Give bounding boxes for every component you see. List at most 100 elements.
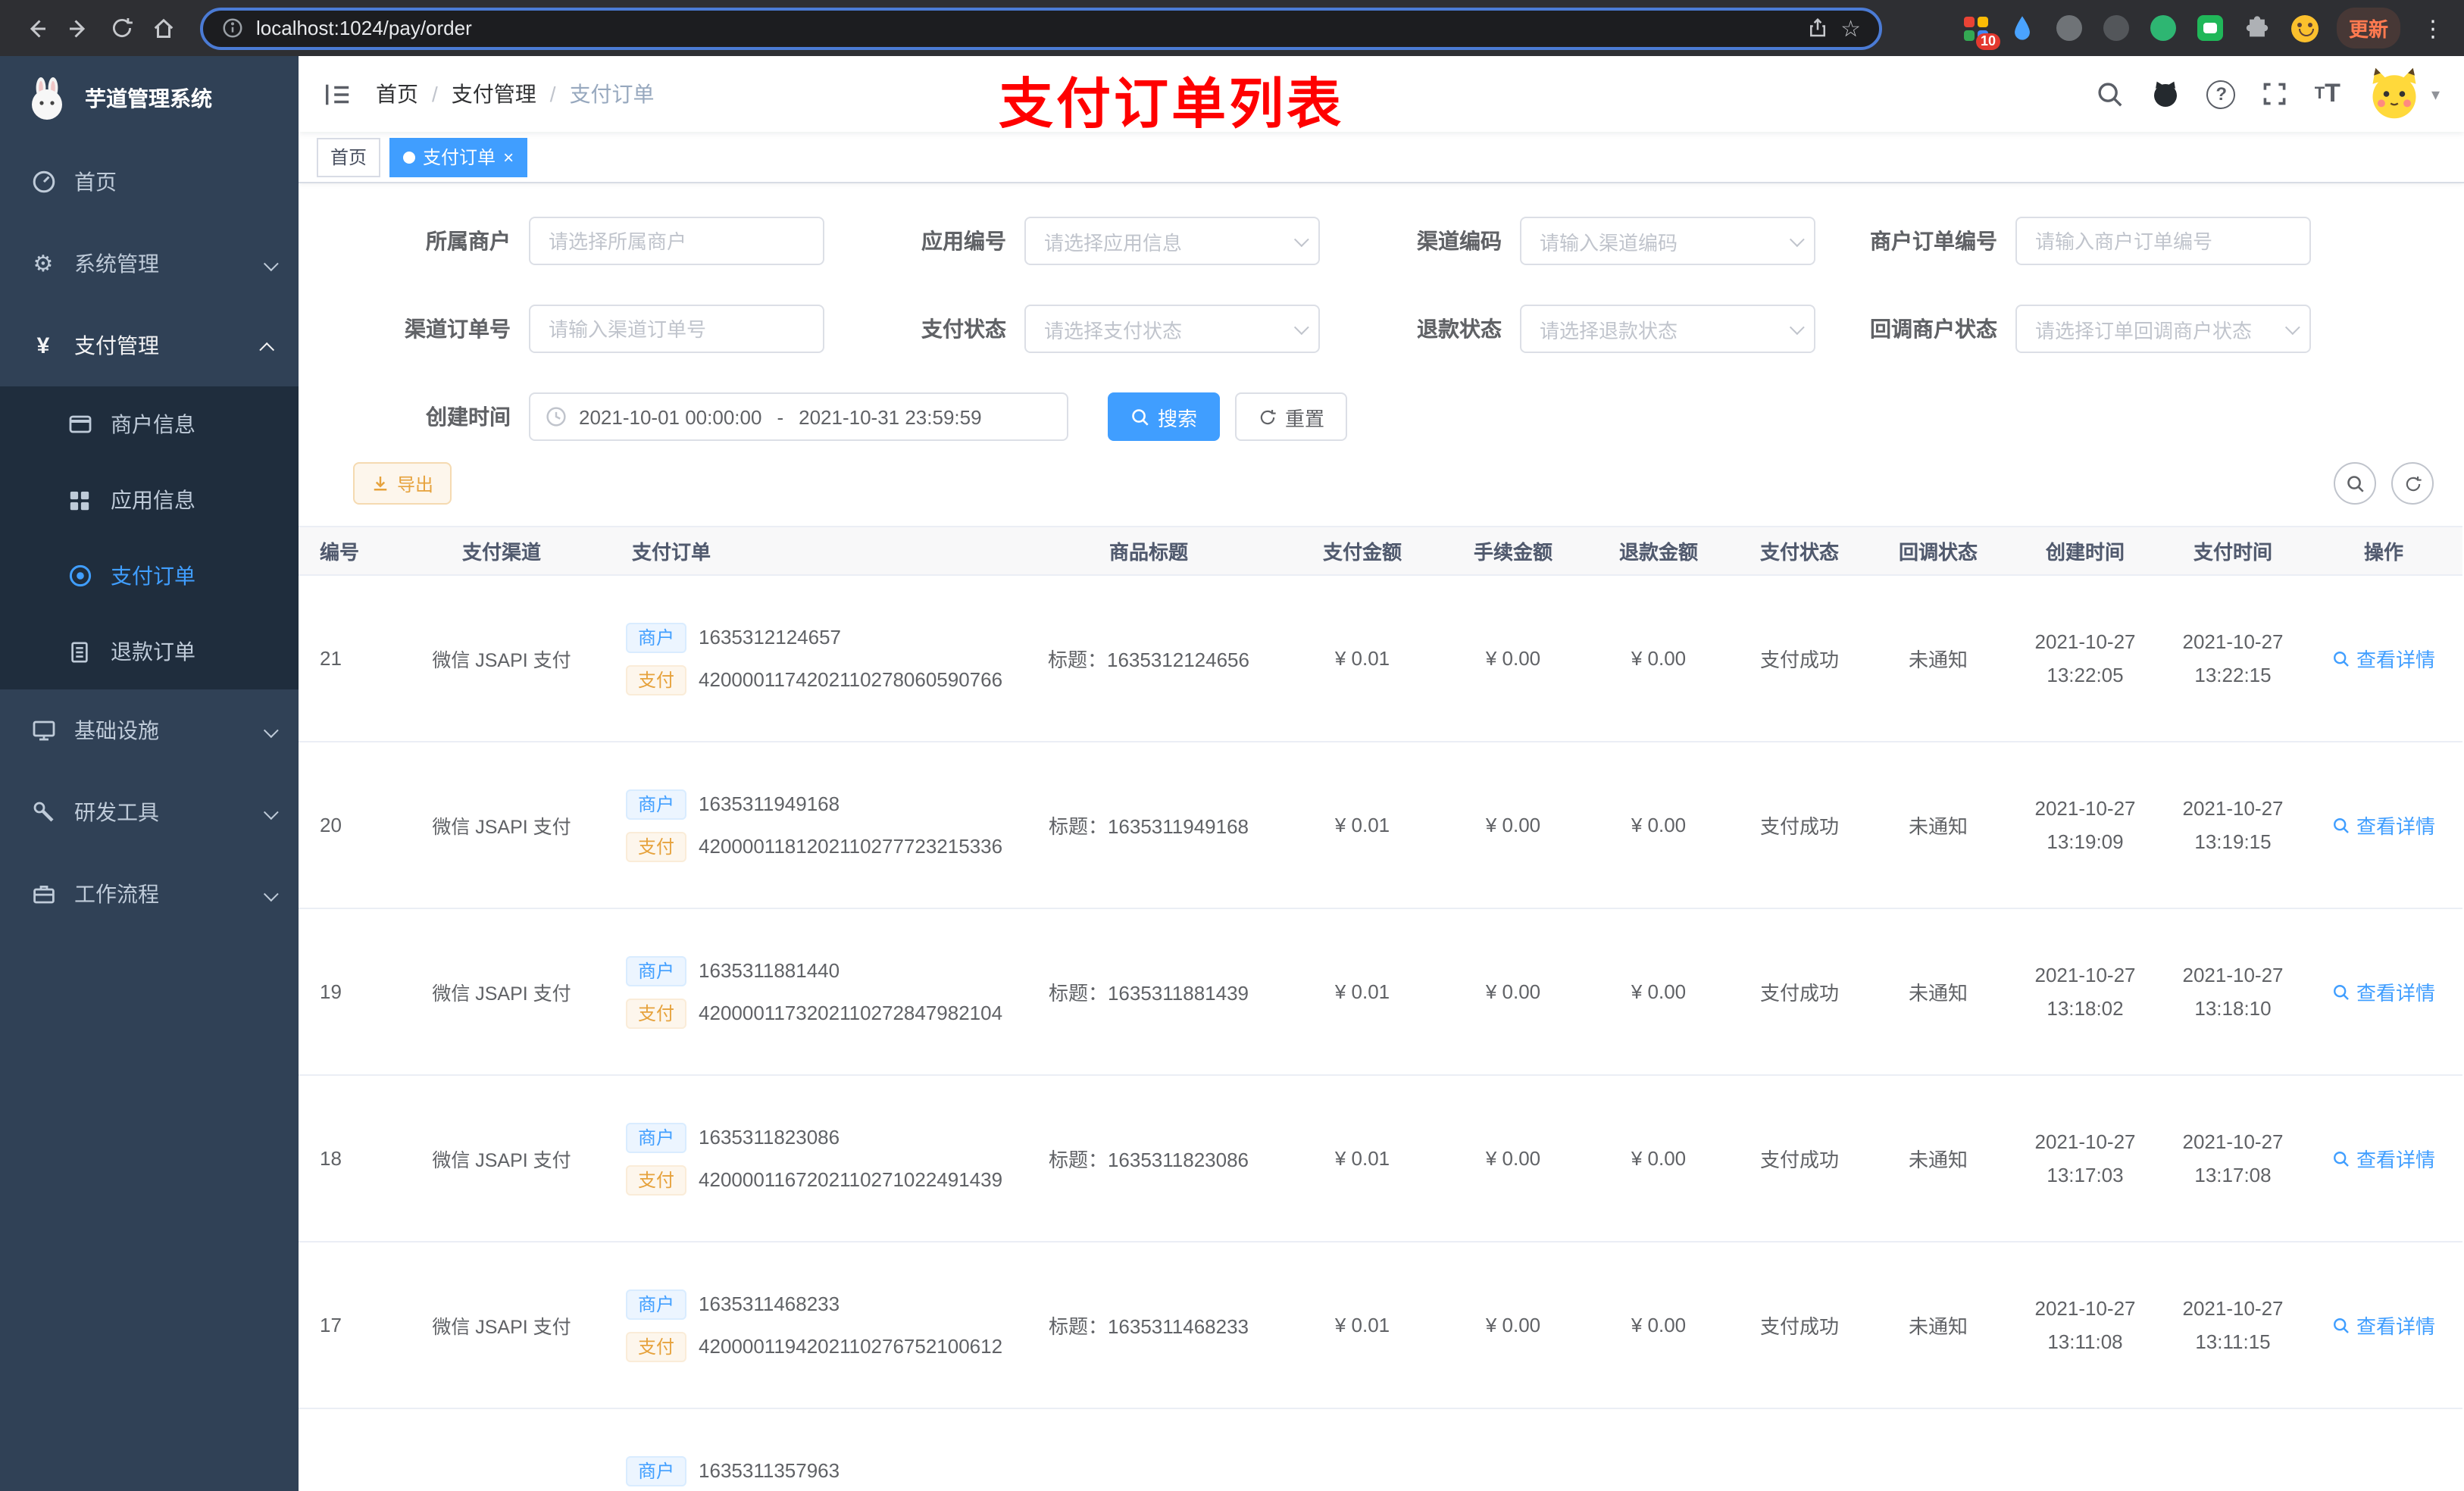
table-header-row: 编号 支付渠道 支付订单 商品标题 支付金额 手续金额 退款金额 支付状态 回调… <box>299 526 2462 576</box>
profile-avatar[interactable] <box>2290 13 2320 43</box>
pay-status-filter-select[interactable]: 请选择支付状态 <box>1024 305 1320 353</box>
bookmark-star-icon[interactable]: ☆ <box>1840 14 1861 42</box>
browser-home-button[interactable] <box>142 7 185 49</box>
view-detail-link[interactable]: 查看详情 <box>2332 811 2435 839</box>
channel-code-filter-label: 渠道编码 <box>1417 229 1502 253</box>
extension-dot-icon-2[interactable] <box>2102 13 2132 43</box>
sidebar-item-app-info[interactable]: 应用信息 <box>0 462 299 538</box>
tab-pay-order[interactable]: 支付订单 × <box>389 137 528 177</box>
browser-forward-button[interactable] <box>58 7 100 49</box>
merchant-order-filter-input[interactable] <box>2015 217 2311 265</box>
pay-order-cell: 商户 1635311949168 支付 4200001181202110277723… <box>586 742 1014 909</box>
table-row: 17 微信 JSAPI 支付 商户 1635311468233 支付 4200001… <box>299 1242 2462 1409</box>
site-info-icon[interactable] <box>221 17 244 39</box>
sidebar-item-pay-order[interactable]: 支付订单 <box>0 538 299 614</box>
magnifier-icon <box>2334 984 2349 999</box>
fullscreen-icon[interactable] <box>2262 80 2289 108</box>
help-icon[interactable]: ? <box>2206 80 2236 108</box>
app-title: 芋道管理系统 <box>85 86 212 111</box>
toggle-search-button[interactable] <box>2334 462 2376 505</box>
refund-status-filter-select[interactable]: 请选择退款状态 <box>1520 305 1815 353</box>
pay-amount-cell: ¥ 0.01 <box>1284 742 1441 909</box>
refund-amount-cell: ¥ 0.00 <box>1585 742 1732 909</box>
sidebar-item-home[interactable]: 首页 <box>0 141 299 223</box>
app-filter-select[interactable]: 请选择应用信息 <box>1024 217 1320 265</box>
url-text[interactable]: localhost:1024/pay/order <box>256 17 1793 39</box>
breadcrumb: 首页 / 支付管理 / 支付订单 <box>376 79 655 109</box>
fee-amount-cell: ¥ 0.00 <box>1441 575 1585 742</box>
refund-status-filter-label: 退款状态 <box>1417 317 1502 341</box>
sidebar-item-workflow[interactable]: 工作流程 <box>0 853 299 935</box>
sidebar-item-pay[interactable]: ¥ 支付管理 <box>0 305 299 386</box>
grid-icon <box>67 489 92 511</box>
sidebar: 芋道管理系统 首页 ⚙ 系统管理 ¥ 支付管理 商户信息 应用信息 支付订单 退… <box>0 56 299 1491</box>
action-cell: 查看详情 <box>2305 742 2462 909</box>
app-logo[interactable]: 芋道管理系统 <box>0 56 299 141</box>
pikachu-avatar-icon <box>2373 67 2417 119</box>
search-button[interactable]: 搜索 <box>1108 392 1221 441</box>
share-icon[interactable] <box>1806 17 1828 39</box>
search-icon[interactable] <box>2097 80 2125 108</box>
sidebar-item-label: 支付订单 <box>111 564 195 588</box>
pay-tag: 支付 <box>626 831 687 861</box>
user-avatar[interactable]: ▾ <box>2366 65 2440 123</box>
sidebar-item-system[interactable]: ⚙ 系统管理 <box>0 223 299 305</box>
tab-home[interactable]: 首页 <box>317 137 381 177</box>
channel-order-filter-input[interactable] <box>529 305 824 353</box>
refund-amount-cell: ¥ 0.00 <box>1585 575 1732 742</box>
goods-title-cell: 标题：1635312124656 <box>1014 575 1284 742</box>
pay-time-cell: 2021-10-27 13:17:08 <box>2161 1075 2305 1242</box>
pay-tag: 支付 <box>626 1331 687 1361</box>
col-header-title: 商品标题 <box>1014 526 1284 576</box>
view-detail-link[interactable]: 查看详情 <box>2332 644 2435 673</box>
extension-dot-icon-1[interactable] <box>2055 13 2085 43</box>
merchant-order-no: 1635312124657 <box>699 626 842 649</box>
browser-menu-icon[interactable]: ⋮ <box>2417 14 2449 42</box>
chevron-down-icon <box>1789 231 1805 247</box>
export-button[interactable]: 导出 <box>353 462 452 505</box>
notify-status-filter-select[interactable]: 请选择订单回调商户状态 <box>2015 305 2311 353</box>
create-time-filter-label: 创建时间 <box>426 405 511 429</box>
chevron-down-icon <box>263 800 279 824</box>
pay-time-cell: 2021-10-27 13:18:10 <box>2161 908 2305 1076</box>
font-size-small: T <box>2314 85 2325 103</box>
magnifier-icon <box>2334 1151 2349 1166</box>
merchant-filter-input[interactable] <box>529 217 824 265</box>
address-bar[interactable]: localhost:1024/pay/order ☆ <box>200 7 1882 49</box>
sidebar-item-infra[interactable]: 基础设施 <box>0 689 299 771</box>
green-circle-extension-icon[interactable] <box>2149 13 2179 43</box>
chevron-down-icon <box>263 718 279 742</box>
extensions-puzzle-icon[interactable] <box>2243 13 2273 43</box>
breadcrumb-pay[interactable]: 支付管理 <box>452 79 536 109</box>
browser-reload-button[interactable] <box>100 7 142 49</box>
browser-update-button[interactable]: 更新 <box>2336 8 2400 48</box>
sidebar-item-refund-order[interactable]: 退款订单 <box>0 614 299 689</box>
chat-extension-icon[interactable] <box>2196 13 2226 43</box>
top-navbar: 首页 / 支付管理 / 支付订单 ? T T ▾ <box>299 56 2464 132</box>
create-time-cell: 2021-10-27 13:19:09 <box>2009 742 2161 909</box>
sidebar-fold-icon[interactable] <box>323 80 352 108</box>
view-detail-link[interactable]: 查看详情 <box>2332 1144 2435 1173</box>
view-detail-link[interactable]: 查看详情 <box>2332 1311 2435 1339</box>
sidebar-item-dev-tools[interactable]: 研发工具 <box>0 771 299 853</box>
extensions-grid-icon[interactable]: 10 <box>1961 13 2000 49</box>
date-range-picker[interactable]: 2021-10-01 00:00:00 - 2021-10-31 23:59:5… <box>529 392 1068 441</box>
view-detail-link[interactable]: 查看详情 <box>2332 977 2435 1006</box>
browser-back-button[interactable] <box>15 7 58 49</box>
target-icon <box>67 564 92 588</box>
notify-status-cell: 未通知 <box>1867 575 2009 742</box>
sidebar-item-merchant-info[interactable]: 商户信息 <box>0 386 299 462</box>
col-header-fee: 手续金额 <box>1441 526 1585 576</box>
github-icon[interactable] <box>2151 79 2181 109</box>
close-icon[interactable]: × <box>503 148 514 166</box>
select-placeholder: 请选择订单回调商户状态 <box>2035 319 2253 342</box>
create-time-cell <box>2009 1408 2161 1491</box>
font-size-icon[interactable]: TT <box>2315 79 2340 109</box>
pay-tag: 支付 <box>626 1164 687 1195</box>
breadcrumb-home[interactable]: 首页 <box>376 79 418 109</box>
reset-button[interactable]: 重置 <box>1235 392 1348 441</box>
action-cell: 查看详情 <box>2305 1242 2462 1409</box>
water-drop-icon[interactable] <box>2008 13 2038 43</box>
refresh-table-button[interactable] <box>2391 462 2434 505</box>
channel-code-filter-select[interactable]: 请输入渠道编码 <box>1520 217 1815 265</box>
